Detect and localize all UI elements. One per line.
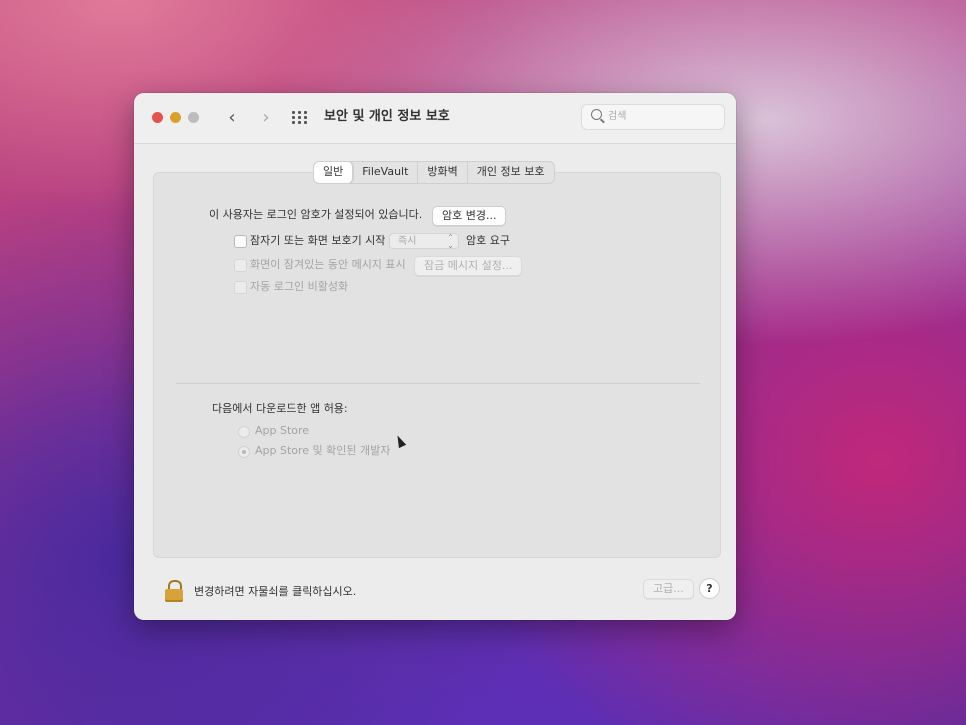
- search-icon: [591, 109, 602, 120]
- password-status-text: 이 사용자는 로그인 암호가 설정되어 있습니다.: [209, 208, 423, 221]
- back-arrow-icon[interactable]: ‹: [221, 106, 243, 130]
- require-password-label: 잠자기 또는 화면 보호기 시작: [250, 234, 386, 247]
- minimize-button[interactable]: [170, 112, 181, 123]
- tab-general[interactable]: 일반: [314, 162, 354, 183]
- tab-firewall[interactable]: 방화벽: [418, 162, 468, 183]
- show-message-checkbox[interactable]: [234, 259, 247, 272]
- tab-filevault[interactable]: FileVault: [353, 162, 419, 183]
- tab-privacy[interactable]: 개인 정보 보호: [468, 162, 554, 183]
- show-all-grid-icon[interactable]: [292, 111, 310, 125]
- section-divider: [176, 383, 700, 384]
- radio-app-store[interactable]: [238, 426, 250, 438]
- lock-icon[interactable]: [165, 580, 183, 602]
- radio-app-store-devs-label: App Store 및 확인된 개발자: [255, 444, 391, 457]
- show-message-label: 화면이 잠겨있는 동안 메시지 표시: [250, 258, 406, 271]
- preferences-window: ‹ › 보안 및 개인 정보 보호 일반 FileVault 방화벽 개인 정보…: [134, 93, 736, 620]
- search-field[interactable]: [581, 104, 725, 130]
- forward-arrow-icon[interactable]: ›: [255, 106, 277, 130]
- require-password-select[interactable]: 즉시 ⌃ ⌄: [389, 233, 459, 250]
- radio-app-store-devs[interactable]: [238, 446, 250, 458]
- require-password-checkbox[interactable]: [234, 235, 247, 248]
- titlebar: ‹ › 보안 및 개인 정보 보호: [134, 93, 736, 144]
- radio-app-store-label: App Store: [255, 424, 310, 437]
- advanced-button[interactable]: 고급...: [643, 579, 694, 599]
- require-password-suffix: 암호 요구: [466, 234, 510, 247]
- general-panel: [153, 172, 721, 558]
- disable-autologin-checkbox[interactable]: [234, 281, 247, 294]
- disable-autologin-label: 자동 로그인 비활성화: [250, 280, 349, 293]
- window-title: 보안 및 개인 정보 보호: [324, 109, 450, 124]
- lock-hint-text: 변경하려면 자물쇠를 클릭하십시오.: [194, 585, 357, 598]
- tab-bar: 일반 FileVault 방화벽 개인 정보 보호: [313, 161, 555, 184]
- help-button[interactable]: ?: [699, 578, 720, 599]
- select-arrows-icon: ⌃ ⌄: [447, 233, 454, 250]
- zoom-button[interactable]: [188, 112, 199, 123]
- search-input[interactable]: [608, 108, 716, 125]
- change-password-button[interactable]: 암호 변경...: [432, 206, 507, 226]
- require-password-select-value: 즉시: [398, 236, 417, 247]
- lock-message-button[interactable]: 잠금 메시지 설정...: [414, 256, 523, 276]
- allow-apps-label: 다음에서 다운로드한 앱 허용:: [212, 402, 348, 415]
- close-button[interactable]: [152, 112, 163, 123]
